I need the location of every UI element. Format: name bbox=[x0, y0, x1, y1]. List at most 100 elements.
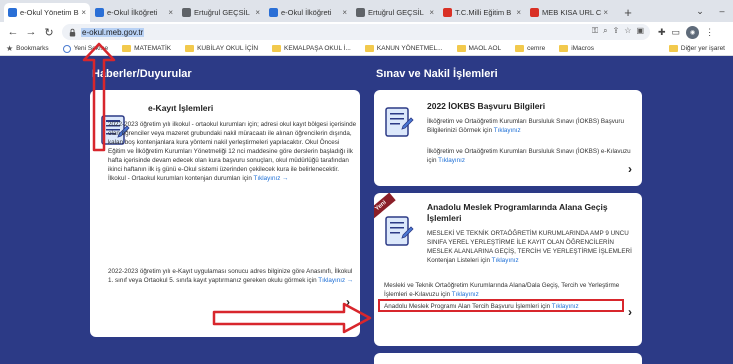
amp-kontenjan-link[interactable]: Tıklayınız bbox=[492, 257, 519, 264]
bookmark-item[interactable]: MAOL AOL bbox=[456, 45, 501, 52]
close-icon[interactable]: × bbox=[342, 8, 347, 17]
forward-icon[interactable]: → bbox=[22, 23, 40, 41]
browser-tab[interactable]: Ertuğrul GEÇSİL × bbox=[352, 3, 438, 22]
bookmark-star-icon[interactable]: ☆ bbox=[624, 26, 631, 36]
browser-tab[interactable]: T.C.Milli Eğitim B × bbox=[439, 3, 525, 22]
share-icon[interactable]: ⇪ bbox=[613, 26, 620, 36]
tab-strip: e-Okul Yönetim B × e-Okul İlköğreti × Ertuğr… bbox=[0, 0, 733, 22]
browser-tab[interactable]: e-Okul Yönetim B × bbox=[4, 3, 90, 22]
ekayit-text-2: 2022-2023 öğretim yılı e-Kayıt uygulamas… bbox=[108, 268, 353, 284]
chevron-right-icon[interactable]: › bbox=[628, 305, 632, 319]
bookmark-label: KANUN YÖNETMEL... bbox=[376, 45, 443, 52]
favicon-icon bbox=[356, 8, 365, 17]
bookmark-item[interactable]: cemre bbox=[515, 45, 545, 52]
folder-icon bbox=[122, 45, 132, 52]
close-icon[interactable]: × bbox=[429, 8, 434, 17]
chevron-right-icon[interactable]: › bbox=[346, 295, 350, 309]
amp-text-3-body: Anadolu Meslek Programı Alan Tercih Başv… bbox=[384, 303, 551, 310]
globe-icon bbox=[62, 44, 71, 53]
iokbs-text-1-body: İlköğretim ve Ortaöğretim Kurumları Burs… bbox=[427, 118, 625, 134]
menu-icon[interactable]: ⋮ bbox=[705, 27, 714, 38]
tab-label: e-Okul Yönetim B bbox=[20, 8, 79, 17]
chevron-right-icon[interactable]: › bbox=[628, 162, 632, 176]
bookmark-item[interactable]: KEMALPAŞA OKUL İ... bbox=[272, 45, 351, 52]
folder-icon bbox=[272, 45, 282, 52]
bookmark-item[interactable]: Yeni Sekme bbox=[62, 44, 109, 53]
avatar[interactable]: ◉ bbox=[686, 25, 700, 39]
iokbs-basvuru-link[interactable]: Tıklayınız bbox=[494, 127, 521, 134]
zoom-icon[interactable]: ⌕ bbox=[603, 26, 607, 36]
close-icon[interactable]: × bbox=[255, 8, 260, 17]
bookmark-item[interactable]: iMacros bbox=[559, 45, 594, 52]
browser-tab[interactable]: Ertuğrul GEÇSİL × bbox=[178, 3, 264, 22]
amp-text-2-body: Mesleki ve Teknik Ortaöğretim Kurumların… bbox=[384, 282, 620, 298]
sidepanel-icon[interactable]: ▭ bbox=[672, 27, 681, 38]
tab-label: Ertuğrul GEÇSİL bbox=[368, 8, 424, 17]
window-controls: ⌄ – bbox=[689, 0, 733, 22]
address-bar[interactable]: e-okul.meb.gov.tr ⚿ ⌕ ⇪ ☆ ▣ bbox=[62, 24, 650, 40]
iokbs-text-2: İlköğretim ve Ortaöğretim Kurumları Burs… bbox=[427, 147, 637, 165]
amp-kilavuz-link[interactable]: Tıklayınız bbox=[452, 291, 479, 298]
bookmark-label: KUBİLAY OKUL İÇİN bbox=[197, 45, 259, 52]
bookmark-item[interactable]: ★ Bookmarks bbox=[6, 44, 49, 53]
iokbs-title: 2022 İOKBS Başvuru Bilgileri bbox=[427, 101, 546, 111]
tab-label: e-Okul İlköğreti bbox=[107, 8, 158, 17]
okul-gor-link[interactable]: Tıklayınız → bbox=[318, 277, 353, 284]
ekayit-text-1: 2022-2023 öğretim yılı ilkokul - ortaoku… bbox=[108, 121, 357, 182]
bookmark-label: MATEMATİK bbox=[134, 45, 172, 52]
close-icon[interactable]: × bbox=[168, 8, 173, 17]
close-icon[interactable]: × bbox=[81, 8, 86, 17]
other-bookmarks[interactable]: Diğer yer işaret bbox=[668, 45, 725, 52]
ekayit-paragraph-2: 2022-2023 öğretim yılı e-Kayıt uygulamas… bbox=[108, 267, 358, 285]
bookmark-item[interactable]: MATEMATİK bbox=[122, 45, 171, 52]
tab-label: T.C.Milli Eğitim B bbox=[455, 8, 512, 17]
puzzle-icon[interactable]: ✚ bbox=[658, 27, 666, 38]
minimize-icon[interactable]: – bbox=[711, 0, 733, 22]
browser-tab[interactable]: e-Okul İlköğreti × bbox=[91, 3, 177, 22]
kontenjan-link[interactable]: Tıklayınız → bbox=[253, 175, 288, 182]
extension-icon[interactable]: ▣ bbox=[636, 26, 644, 36]
browser-toolbar: ← → ↻ e-okul.meb.gov.tr ⚿ ⌕ ⇪ ☆ ▣ ✚ ▭ ◉ … bbox=[0, 22, 733, 42]
bookmark-item[interactable]: KANUN YÖNETMEL... bbox=[364, 45, 443, 52]
favicon-icon bbox=[530, 8, 539, 17]
amp-tercih-link[interactable]: Tıklayınız bbox=[552, 303, 579, 310]
amp-card: Yeni Anadolu Meslek Programlarında Alana… bbox=[374, 193, 642, 346]
exams-heading: Sınav ve Nakil İşlemleri bbox=[376, 68, 498, 80]
amp-text-3: Anadolu Meslek Programı Alan Tercih Başv… bbox=[384, 302, 624, 311]
amp-text-2: Mesleki ve Teknik Ortaöğretim Kurumların… bbox=[384, 281, 634, 299]
favicon-icon bbox=[269, 8, 278, 17]
amp-text-1: MESLEKİ VE TEKNİK ORTAÖĞRETİM KURUMLARIN… bbox=[427, 229, 637, 265]
bookmarks-bar: ★ Bookmarks Yeni Sekme MATEMATİK KUBİLAY OKU… bbox=[0, 42, 733, 56]
key-icon[interactable]: ⚿ bbox=[592, 26, 598, 36]
chevron-down-icon[interactable]: ⌄ bbox=[689, 0, 711, 22]
bookmark-label: cemre bbox=[527, 45, 546, 52]
star-icon: ★ bbox=[6, 44, 14, 53]
folder-icon bbox=[364, 45, 374, 52]
amp-text-1-body: MESLEKİ VE TEKNİK ORTAÖĞRETİM KURUMLARIN… bbox=[427, 230, 632, 264]
back-icon[interactable]: ← bbox=[4, 23, 22, 41]
document-icon bbox=[385, 216, 414, 246]
folder-icon bbox=[456, 45, 466, 52]
folder-icon bbox=[185, 45, 195, 52]
browser-tab[interactable]: MEB KISA URL C × bbox=[526, 3, 612, 22]
tab-label: MEB KISA URL C bbox=[542, 8, 602, 17]
amp-title: Anadolu Meslek Programlarında Alana Geçi… bbox=[427, 202, 608, 223]
ekayit-paragraph-1: 2022-2023 öğretim yılı ilkokul - ortaoku… bbox=[108, 120, 358, 183]
url-text[interactable]: e-okul.meb.gov.tr bbox=[81, 27, 145, 37]
folder-icon bbox=[559, 45, 569, 52]
bookmark-label: Yeni Sekme bbox=[73, 45, 109, 52]
browser-tab[interactable]: e-Okul İlköğreti × bbox=[265, 3, 351, 22]
reload-icon[interactable]: ↻ bbox=[40, 23, 58, 41]
favicon-icon bbox=[8, 8, 17, 17]
folder-icon bbox=[515, 45, 525, 52]
new-tab-button[interactable]: + bbox=[617, 3, 639, 22]
document-icon bbox=[385, 107, 414, 137]
iokbs-text-1: İlköğretim ve Ortaöğretim Kurumları Burs… bbox=[427, 117, 637, 135]
ekayit-card: e-Kayıt İşlemleri 2022-2023 öğretim yılı… bbox=[90, 90, 360, 337]
close-icon[interactable]: × bbox=[603, 8, 608, 17]
iokbs-kilavuz-link[interactable]: Tıklayınız bbox=[438, 157, 465, 164]
close-icon[interactable]: × bbox=[516, 8, 521, 17]
bookmark-item[interactable]: KUBİLAY OKUL İÇİN bbox=[185, 45, 258, 52]
lock-icon bbox=[69, 28, 76, 37]
bookmark-label: KEMALPAŞA OKUL İ... bbox=[284, 45, 351, 52]
